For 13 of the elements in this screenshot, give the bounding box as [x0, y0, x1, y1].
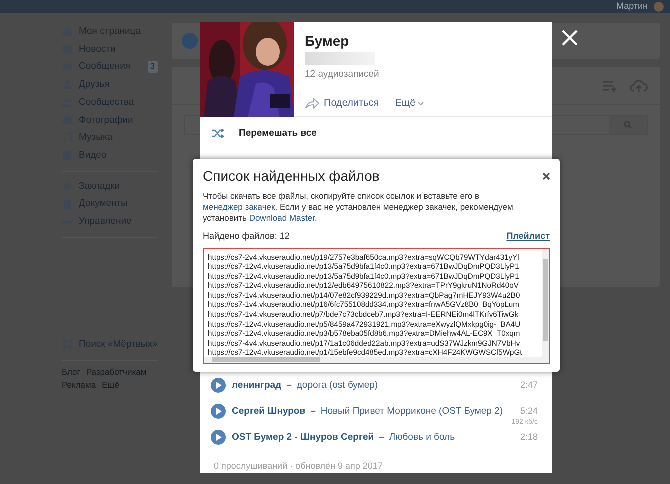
dash-separator: – — [310, 404, 316, 418]
track-count: 12 аудиозаписей — [305, 68, 380, 82]
track-duration: 5:24 — [520, 404, 538, 418]
files-found-count: Найдено файлов: 12 — [203, 230, 290, 243]
track-duration: 2:18 — [520, 430, 538, 444]
instructions-text: Чтобы скачать все файлы, скопируйте список ссылок и вставьте его в менеджер закачек. Если у вас не установлен менеджер закачек, рекомендуем установить Download Master. — [203, 191, 514, 224]
playlist-title: Бумер — [305, 32, 350, 50]
count-badge: 3 — [148, 61, 158, 74]
dialog-title: Список найденных файлов — [203, 167, 380, 185]
dash-separator: – — [286, 378, 292, 392]
dash-separator: – — [379, 430, 384, 444]
track-duration: 2:47 — [520, 378, 538, 392]
playlist-stats: 0 прослушиваний · обновлён 9 апр 2017 — [213, 460, 384, 473]
